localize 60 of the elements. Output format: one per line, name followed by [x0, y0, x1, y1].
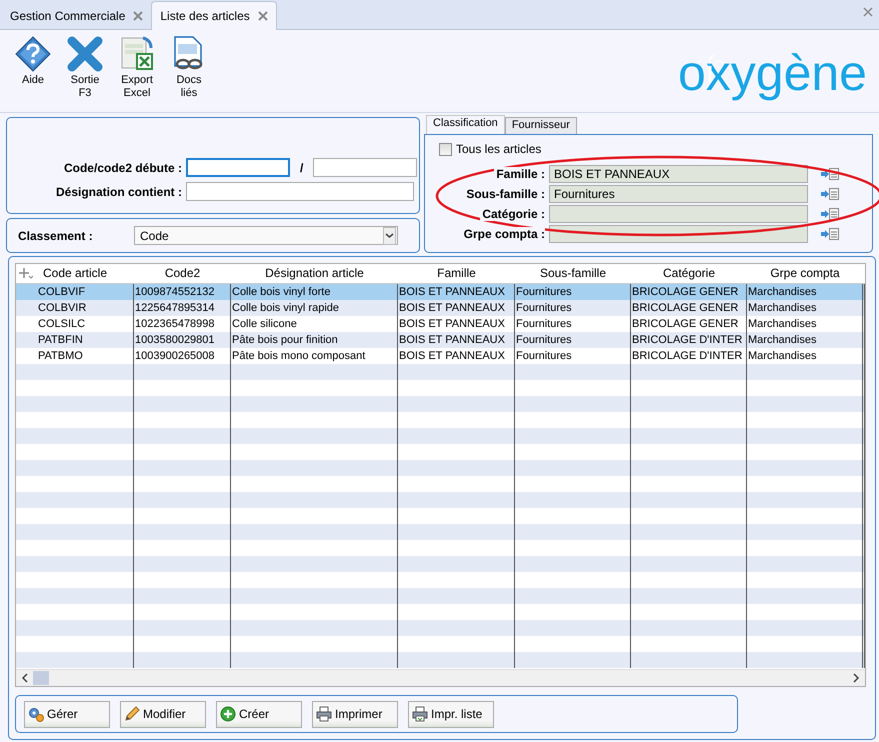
- column-header: Désignation article: [264, 265, 365, 282]
- tab[interactable]: Fournisseur: [504, 117, 577, 134]
- code2-field[interactable]: [313, 158, 418, 178]
- table-row[interactable]: COLBVIR 1225647895314 Colle bois vinyl rapide BOIS ET PANNEAUX Fournitures BRICOLAGE GENER Marchandises: [16, 300, 865, 316]
- action-button[interactable]: Impr. liste: [408, 700, 494, 728]
- column-header: Code2: [164, 265, 202, 282]
- code-field[interactable]: [186, 158, 290, 178]
- field-label: Grpe compta :: [462, 227, 545, 241]
- field-label: Catégorie :: [480, 207, 545, 221]
- table-row[interactable]: COLBVIF 1009874552132 Colle bois vinyl forte BOIS ET PANNEAUX Fournitures BRICOLAGE GENER Marchandises: [16, 284, 865, 300]
- action-button[interactable]: Imprimer: [312, 700, 398, 728]
- field-label: Famille :: [494, 167, 545, 181]
- scroll-left-icon: [21, 673, 29, 683]
- field-label: Classement :: [18, 228, 94, 243]
- list-picker-icon: [820, 187, 840, 201]
- field-label: Sous-famille :: [464, 187, 545, 201]
- table-row[interactable]: PATBFIN 1003580029801 Pâte bois pour finition BOIS ET PANNEAUX Fournitures BRICOLAGE D'INTER Marchandises: [16, 332, 865, 348]
- separator-label: /: [300, 160, 304, 175]
- printer-icon: [412, 706, 428, 722]
- cross-icon: [67, 36, 103, 72]
- column-header: Code article: [42, 266, 108, 280]
- column-header: Grpe compta: [769, 265, 841, 282]
- pencil-icon: [124, 706, 140, 722]
- close-icon: [863, 7, 873, 17]
- checkbox-label: Tous les articles: [456, 142, 542, 156]
- help-icon: [15, 36, 51, 72]
- toolbar-button[interactable]: Aide: [8, 36, 58, 87]
- toolbar-button[interactable]: Export Excel: [112, 36, 162, 100]
- close-icon: [258, 11, 268, 21]
- toolbar-button[interactable]: Docs liés: [164, 36, 214, 100]
- logo: oxygène: [678, 44, 867, 103]
- scroll-right-icon: [852, 673, 860, 683]
- plus-circle-icon: [220, 706, 236, 722]
- tab[interactable]: Liste des articles: [151, 1, 277, 30]
- column-header: Sous-famille: [538, 265, 608, 282]
- list-picker-icon: [820, 207, 840, 221]
- sort-dropdown[interactable]: Code: [134, 226, 398, 246]
- action-button[interactable]: Gérer: [24, 700, 110, 728]
- list-picker-icon: [820, 227, 840, 241]
- field-label: Désignation contient :: [55, 184, 183, 199]
- toolbar-button[interactable]: Sortie F3: [60, 36, 110, 100]
- printer-icon: [316, 706, 332, 722]
- spreadsheet-icon: [119, 36, 155, 72]
- column-header: Catégorie: [662, 265, 716, 282]
- action-button[interactable]: Modifier: [120, 700, 206, 728]
- horizontal-scrollbar[interactable]: [16, 669, 865, 686]
- field-label: Code/code2 débute :: [62, 160, 183, 175]
- tab[interactable]: Gestion Commerciale: [2, 2, 152, 29]
- filter-field[interactable]: BOIS ET PANNEAUX: [549, 165, 808, 183]
- list-picker-icon: [820, 167, 840, 181]
- tab[interactable]: Classification: [426, 115, 505, 134]
- filter-field[interactable]: Fournitures: [549, 185, 808, 203]
- filter-field[interactable]: [549, 205, 808, 223]
- designation-field[interactable]: [186, 182, 414, 202]
- scroll-thumb[interactable]: [33, 671, 49, 685]
- checkbox[interactable]: [439, 142, 452, 156]
- column-header: Famille: [436, 265, 477, 282]
- add-column-icon: [19, 267, 33, 279]
- close-icon: [133, 10, 144, 20]
- action-button[interactable]: Créer: [216, 700, 302, 728]
